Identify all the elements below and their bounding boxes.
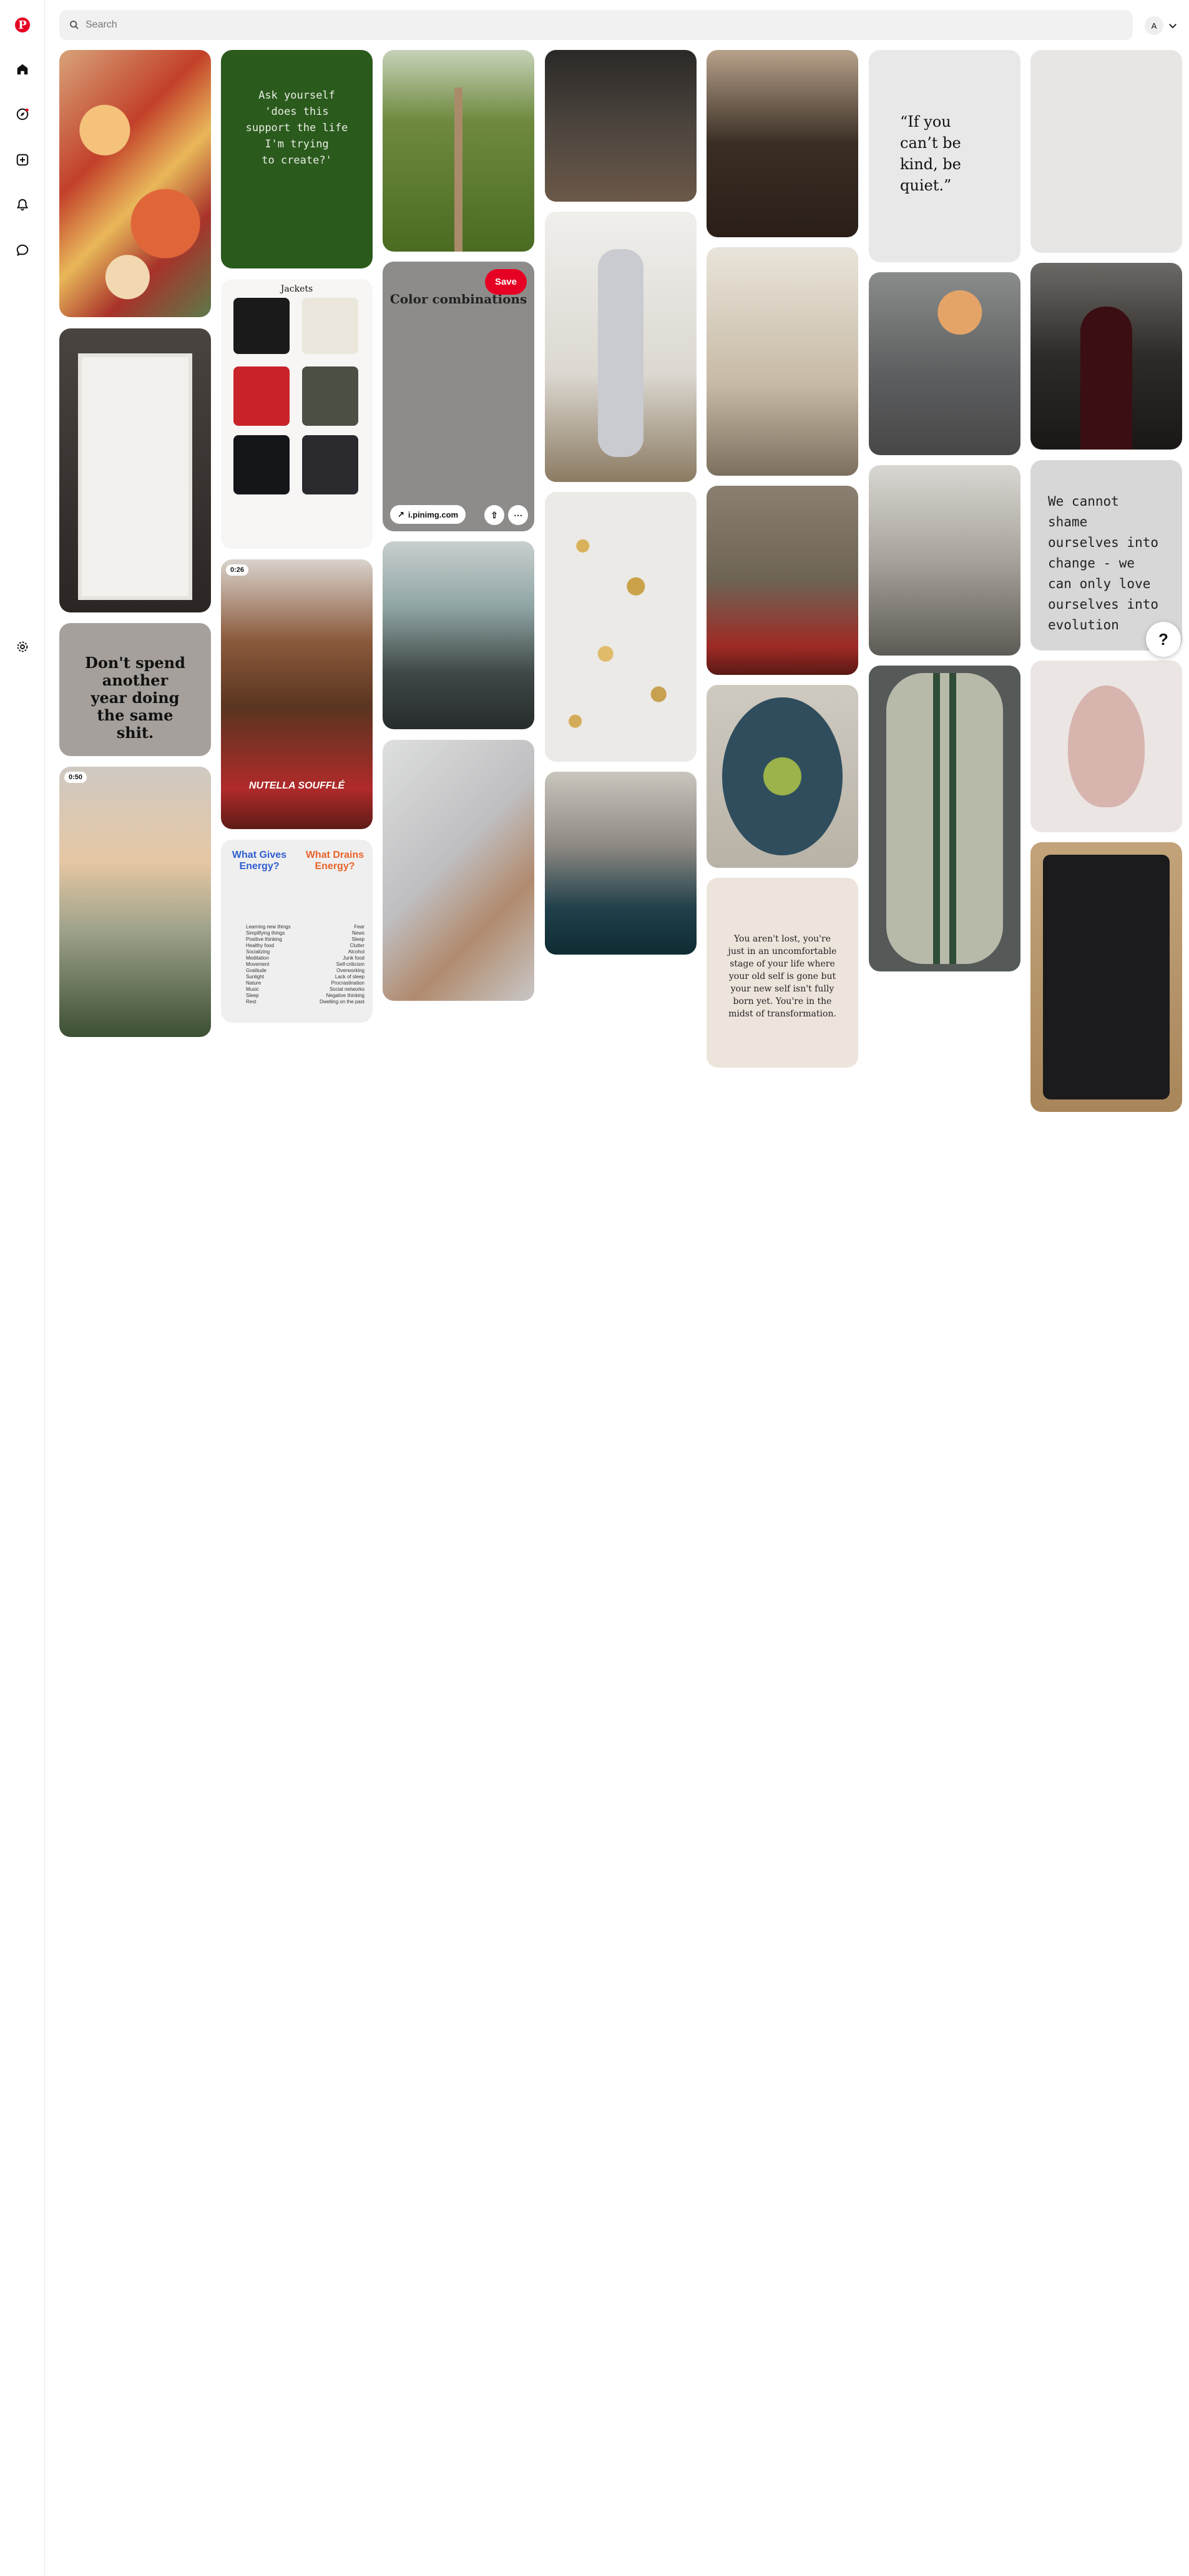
avatar[interactable]: A [1145,16,1163,35]
pin-candles[interactable] [707,486,858,675]
pin-plant-room[interactable] [869,465,1020,656]
energy-gives-list: Learning new things Simplifying things Pos… [246,924,291,1005]
pin-image [1043,855,1170,1099]
pin-grass-path[interactable] [383,50,534,252]
pin-image [545,492,697,762]
quote-text: You aren't lost, you're just in an uncom… [728,934,837,1019]
pin-image [1068,686,1145,807]
jacket-5 [233,435,290,494]
jacket-2 [302,298,358,354]
settings-button[interactable] [11,636,34,658]
search-icon [70,21,79,29]
pin-image [454,87,462,252]
pin-image [78,353,192,600]
pin-pool-party[interactable] [545,772,697,955]
pin-green-olives[interactable] [707,685,858,868]
pin-black-outfit[interactable] [1030,842,1182,1112]
home-button[interactable] [11,58,34,81]
explore-button[interactable] [11,103,34,125]
energy-drains-title: What Drains Energy? [305,850,365,872]
pin-glass-room[interactable] [707,50,858,237]
pin-manicure[interactable] [383,740,534,1001]
pin-transformation-quote[interactable]: You aren't lost, you're just in an uncom… [707,878,858,1068]
energy-drains-list: Fear News Sleep Clutter Alcohol Junk food Self… [319,924,365,1005]
energy-gives-title: What Gives Energy? [232,850,287,872]
pin-jackets[interactable]: Jackets [221,279,373,549]
pin-jeep-couple[interactable] [383,541,534,729]
pin-dark-bedroom[interactable] [545,50,697,202]
pin-image [722,697,843,855]
pin-ask-yourself[interactable]: Ask yourself 'does this support the life… [221,50,373,268]
jacket-3 [233,366,290,426]
pin-kind-quote[interactable]: “If you can’t be kind, be quiet.” [869,50,1020,262]
messages-button[interactable] [11,239,34,262]
share-button[interactable]: ⇧ [484,505,504,525]
quote-text: Ask yourself 'does this support the life… [245,89,348,167]
pin-bookshelf[interactable] [707,247,858,476]
sidebar: P [0,0,45,2576]
pin-image [598,249,643,457]
quote-text: We cannot shame ourselves into change - … [1048,494,1159,632]
chat-bubble-icon [16,244,29,256]
pin-gold-jewelry[interactable] [545,492,697,762]
home-icon [17,64,28,75]
pinterest-logo[interactable]: P [11,14,34,36]
pin-image [869,272,1020,455]
quote-text: “If you can’t be kind, be quiet.” [900,113,961,194]
pin-energy[interactable]: What Gives Energy? What Drains Energy? L… [221,840,373,1023]
pin-image [886,673,1003,964]
bell-icon [17,199,28,211]
video-duration-badge: 0:26 [226,564,249,576]
pin-dont-spend-quote[interactable]: Don't spend another year doing the same … [59,623,211,756]
pin-mirror-selfie[interactable] [545,212,697,482]
plus-square-icon [16,154,29,166]
create-button[interactable] [11,149,34,171]
pin-rat-drawing[interactable] [1030,661,1182,832]
search-bar[interactable] [59,10,1133,40]
pin-image [1080,307,1132,450]
arrow-up-right-icon: ↗ [398,509,404,519]
more-options-button[interactable]: ⋯ [508,505,528,525]
jacket-6 [302,435,358,494]
notifications-button[interactable] [11,194,34,216]
nutella-caption: NUTELLA SOUFFLÉ [248,780,345,791]
chevron-down-icon[interactable] [1167,20,1178,31]
more-icon: ⋯ [514,509,522,520]
pin-image [59,50,211,317]
jacket-1 [233,298,290,354]
pin-wine-bottle[interactable] [1030,263,1182,450]
jacket-4 [302,366,358,426]
compass-icon [16,108,29,120]
save-button[interactable]: Save [484,269,527,295]
share-icon: ⇧ [491,509,498,520]
source-domain: i.pinimg.com [408,509,459,519]
pin-eiffel-video[interactable]: 0:50 [59,767,211,1037]
pin-nutella-souffle[interactable]: 0:26 NUTELLA SOUFFLÉ [221,559,373,829]
pinterest-logo-icon: P [15,17,30,32]
source-link[interactable]: ↗ i.pinimg.com [390,505,466,524]
pin-color-combinations[interactable]: Color combinations Save ↗ i.pinimg.com ⇧… [383,262,534,531]
pin-shelf-unit[interactable] [59,328,211,612]
quote-text: Don't spend another year doing the same … [85,654,185,742]
video-duration-badge: 0:50 [64,772,87,783]
pin-porsche[interactable] [869,666,1020,971]
pin-cat-drawing[interactable] [1030,50,1182,253]
gear-icon [17,641,28,652]
search-input[interactable] [86,19,1084,31]
help-button[interactable]: ? [1146,622,1181,657]
pin-floral-pattern[interactable] [59,50,211,317]
pin-living-room[interactable] [869,272,1020,455]
jackets-title: Jackets [280,284,313,294]
